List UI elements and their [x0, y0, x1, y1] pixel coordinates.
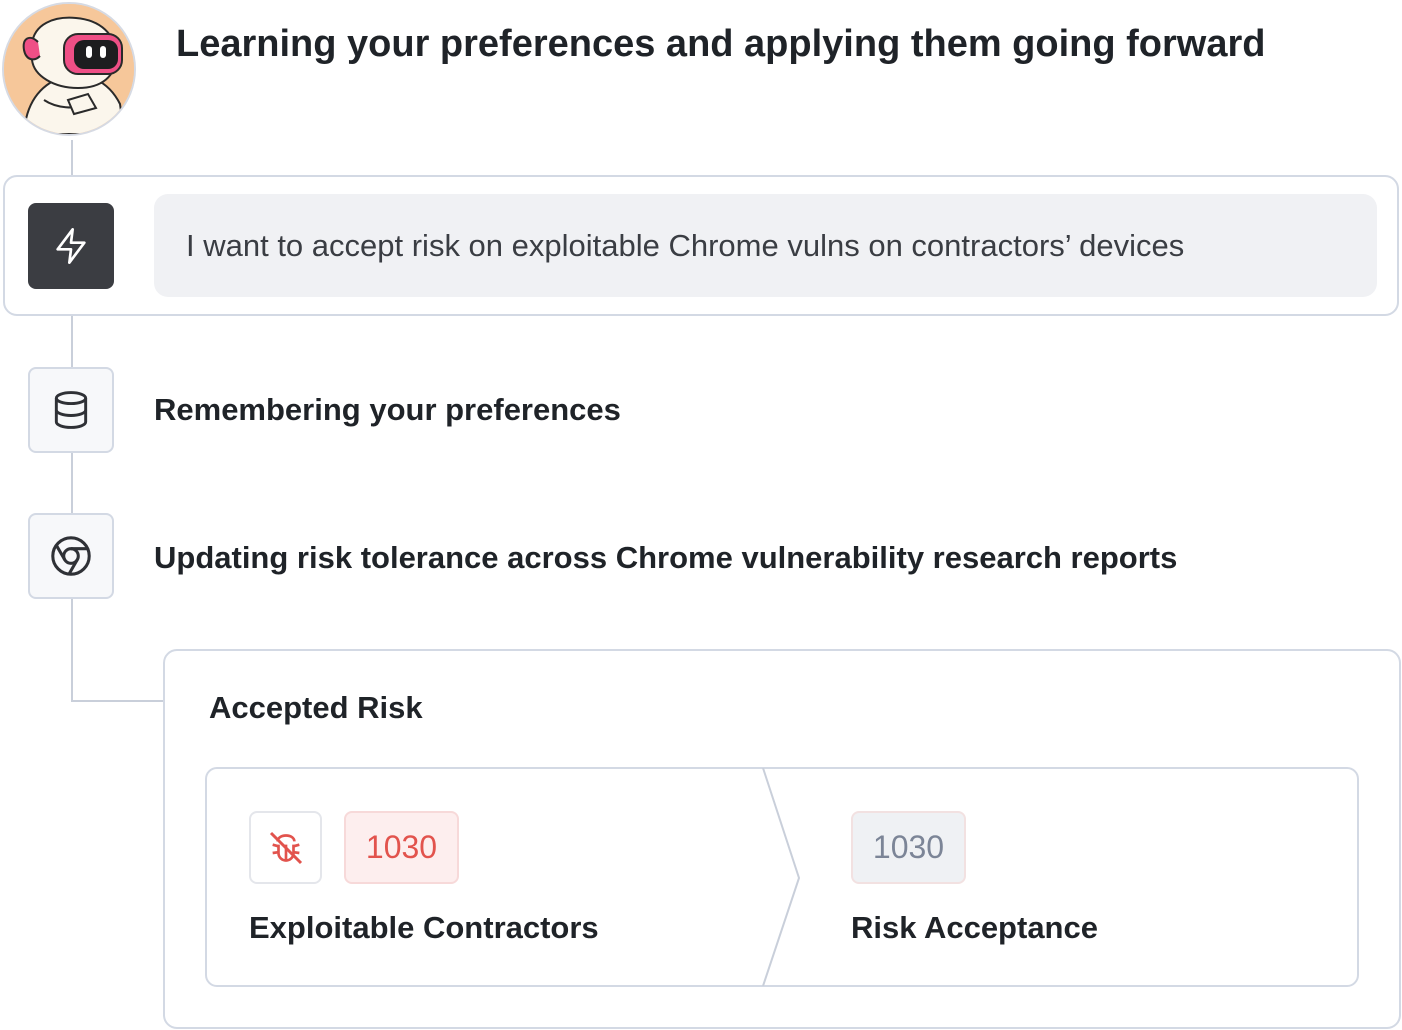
- step-icon-box: [28, 367, 114, 453]
- exploitable-contractors-label: Exploitable Contractors: [249, 910, 599, 945]
- exploitable-count-badge: 1030: [344, 811, 459, 884]
- flow-chevron-divider: [762, 768, 801, 986]
- step-label: Remembering your preferences: [154, 392, 621, 427]
- timeline-connector: [71, 700, 164, 702]
- bug-off-icon: [269, 831, 302, 864]
- accepted-risk-title: Accepted Risk: [209, 690, 423, 725]
- database-icon: [54, 391, 88, 429]
- robot-mascot-icon: [4, 4, 134, 134]
- page-title: Learning your preferences and applying t…: [176, 23, 1266, 65]
- timeline-connector: [71, 316, 73, 368]
- bolt-icon: [56, 228, 86, 264]
- exploitable-icon-box: [249, 811, 322, 884]
- assistant-avatar: [2, 2, 136, 136]
- timeline-connector: [71, 452, 73, 514]
- risk-acceptance-count-badge: 1030: [851, 811, 966, 884]
- step-label: Updating risk tolerance across Chrome vu…: [154, 540, 1178, 575]
- prompt-message: I want to accept risk on exploitable Chr…: [154, 194, 1377, 297]
- prompt-action-button[interactable]: [28, 203, 114, 289]
- step-icon-box: [28, 513, 114, 599]
- chrome-icon: [51, 536, 91, 576]
- timeline-connector: [71, 140, 73, 176]
- risk-acceptance-label: Risk Acceptance: [851, 910, 1098, 945]
- timeline-connector: [71, 598, 73, 702]
